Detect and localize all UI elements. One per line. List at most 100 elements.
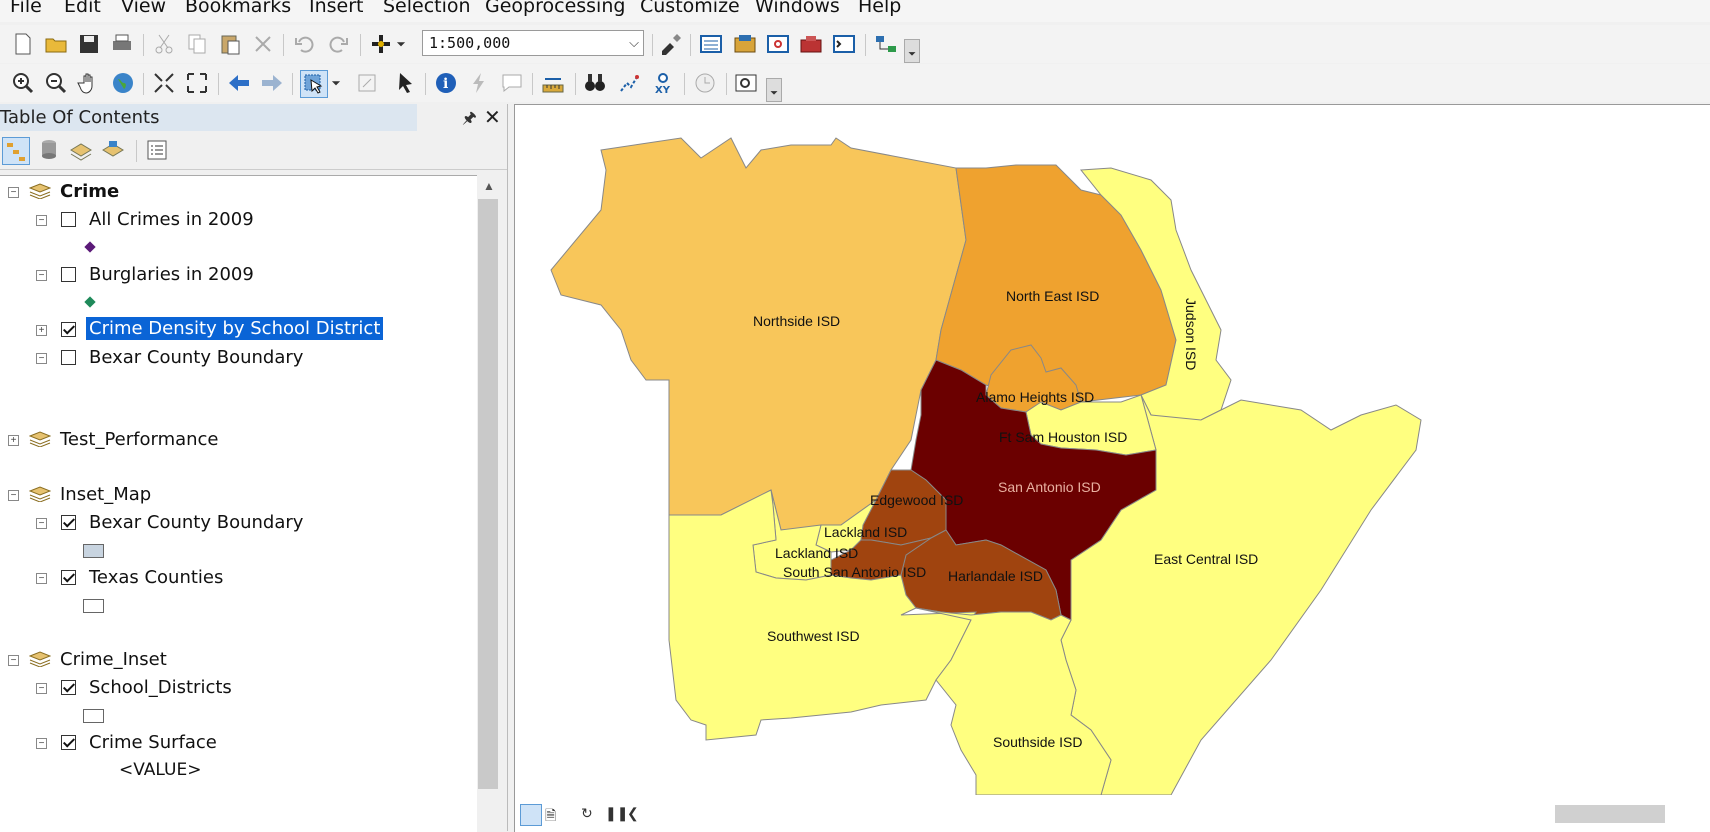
visibility-checkbox-crime-surface[interactable]: [61, 735, 76, 750]
add-data-icon[interactable]: [368, 31, 394, 57]
refresh-icon[interactable]: ↻: [581, 805, 593, 822]
group-label-crime[interactable]: Crime: [60, 181, 119, 202]
map-scale-combobox[interactable]: 1:500,000 ⌵: [422, 30, 644, 56]
collapse-layer-all-crimes[interactable]: −: [36, 215, 47, 226]
layout-view-icon[interactable]: 🗎: [545, 805, 556, 829]
scrollbar-thumb[interactable]: [478, 199, 498, 789]
collapse-layer-inset-bexar[interactable]: −: [36, 518, 47, 529]
toolbar-options-icon[interactable]: [766, 78, 782, 102]
layer-label-crime-surface[interactable]: Crime Surface: [89, 732, 217, 753]
layer-label-inset-bexar[interactable]: Bexar County Boundary: [89, 512, 303, 533]
options-list-icon[interactable]: [144, 137, 170, 163]
visibility-checkbox-burglaries[interactable]: [61, 267, 76, 282]
zoom-out-icon[interactable]: [43, 70, 69, 96]
map-horizontal-scrollbar[interactable]: [1555, 805, 1665, 823]
zoom-in-icon[interactable]: [10, 70, 36, 96]
menu-edit[interactable]: Edit: [64, 0, 101, 17]
search-window-icon[interactable]: [765, 31, 791, 57]
time-slider-icon[interactable]: [692, 70, 718, 96]
school-district-map[interactable]: Northside ISD North East ISD Judson ISD …: [515, 105, 1710, 795]
pause-drawing-icon[interactable]: ❚❚: [605, 805, 628, 822]
visibility-checkbox-crime-density[interactable]: [61, 322, 76, 337]
find-route-icon[interactable]: [616, 70, 642, 96]
layer-label-texas-counties[interactable]: Texas Counties: [89, 567, 223, 588]
expand-layer-crime-density[interactable]: +: [36, 325, 47, 336]
html-popup-icon[interactable]: [499, 70, 525, 96]
layer-label-crime-density[interactable]: Crime Density by School District: [86, 317, 384, 340]
collapse-crime-inset-group[interactable]: −: [8, 655, 19, 666]
collapse-layer-school-districts[interactable]: −: [36, 683, 47, 694]
close-icon[interactable]: ✕: [484, 105, 501, 130]
table-of-contents-icon[interactable]: [698, 31, 724, 57]
select-elements-arrow-icon[interactable]: [393, 70, 419, 96]
menu-selection[interactable]: Selection: [383, 0, 471, 17]
collapse-layer-bexar-boundary[interactable]: −: [36, 353, 47, 364]
cut-icon[interactable]: [151, 31, 177, 57]
hyperlink-lightning-icon[interactable]: [466, 70, 492, 96]
select-dropdown-icon[interactable]: [329, 70, 343, 96]
list-by-source-icon[interactable]: [36, 137, 62, 163]
pan-hand-icon[interactable]: [76, 70, 102, 96]
go-back-arrow-icon[interactable]: [226, 70, 252, 96]
python-window-icon[interactable]: [831, 31, 857, 57]
model-builder-icon[interactable]: [873, 31, 899, 57]
menu-view[interactable]: View: [121, 0, 166, 17]
menu-bookmarks[interactable]: Bookmarks: [185, 0, 291, 17]
clear-selection-icon[interactable]: [354, 70, 380, 96]
save-icon[interactable]: [76, 31, 102, 57]
measure-ruler-icon[interactable]: [540, 70, 566, 96]
list-by-selection-icon[interactable]: [100, 137, 126, 163]
editor-toolbar-icon[interactable]: [658, 31, 684, 57]
collapse-inset-map-group[interactable]: −: [8, 490, 19, 501]
pin-icon[interactable]: 🖈: [462, 107, 477, 134]
map-view[interactable]: Northside ISD North East ISD Judson ISD …: [514, 104, 1710, 832]
delete-icon[interactable]: [250, 31, 276, 57]
layer-label-burglaries[interactable]: Burglaries in 2009: [89, 264, 254, 285]
menu-help[interactable]: Help: [858, 0, 901, 17]
visibility-checkbox-school-districts[interactable]: [61, 680, 76, 695]
toolbar-options-icon[interactable]: [904, 39, 920, 63]
collapse-crime-group[interactable]: −: [8, 187, 19, 198]
collapse-layer-texas-counties[interactable]: −: [36, 573, 47, 584]
paste-icon[interactable]: [217, 31, 243, 57]
scroll-left-icon[interactable]: ❮: [627, 805, 639, 822]
menu-windows[interactable]: Windows: [755, 0, 840, 17]
undo-icon[interactable]: [292, 31, 318, 57]
menu-customize[interactable]: Customize: [640, 0, 740, 17]
collapse-layer-burglaries[interactable]: −: [36, 270, 47, 281]
collapse-layer-crime-surface[interactable]: −: [36, 738, 47, 749]
fixed-zoom-in-icon[interactable]: [151, 70, 177, 96]
visibility-checkbox-texas-counties[interactable]: [61, 570, 76, 585]
copy-icon[interactable]: [184, 31, 210, 57]
find-binoculars-icon[interactable]: [582, 70, 608, 96]
layer-label-bexar-boundary[interactable]: Bexar County Boundary: [89, 347, 303, 368]
toc-vertical-scrollbar[interactable]: ▲: [478, 175, 500, 795]
group-label-test-performance[interactable]: Test_Performance: [60, 429, 219, 450]
add-data-dropdown-icon[interactable]: [394, 31, 408, 57]
layer-label-school-districts[interactable]: School_Districts: [89, 677, 232, 698]
print-icon[interactable]: [109, 31, 135, 57]
full-extent-globe-icon[interactable]: [110, 70, 136, 96]
menu-geoprocessing[interactable]: Geoprocessing: [485, 0, 625, 17]
chevron-down-icon[interactable]: ⌵: [629, 35, 639, 51]
layer-label-all-crimes[interactable]: All Crimes in 2009: [89, 209, 254, 230]
fixed-zoom-out-icon[interactable]: [184, 70, 210, 96]
list-by-drawing-order-icon[interactable]: [2, 137, 30, 165]
magnifier-window-icon[interactable]: [733, 70, 759, 96]
group-label-inset-map[interactable]: Inset_Map: [60, 484, 151, 505]
menu-insert[interactable]: Insert: [309, 0, 364, 17]
go-to-xy-icon[interactable]: XY: [650, 70, 676, 96]
visibility-checkbox-all-crimes[interactable]: [61, 212, 76, 227]
visibility-checkbox-inset-bexar[interactable]: [61, 515, 76, 530]
catalog-icon[interactable]: [732, 31, 758, 57]
redo-icon[interactable]: [325, 31, 351, 57]
identify-info-icon[interactable]: i: [433, 70, 459, 96]
visibility-checkbox-bexar-boundary[interactable]: [61, 350, 76, 365]
new-document-icon[interactable]: [10, 31, 36, 57]
go-forward-arrow-icon[interactable]: [259, 70, 285, 96]
group-label-crime-inset[interactable]: Crime_Inset: [60, 649, 167, 670]
data-view-icon[interactable]: [520, 804, 542, 826]
open-folder-icon[interactable]: [43, 31, 69, 57]
list-by-visibility-icon[interactable]: [68, 137, 94, 163]
scroll-up-arrow-icon[interactable]: ▲: [483, 179, 495, 193]
